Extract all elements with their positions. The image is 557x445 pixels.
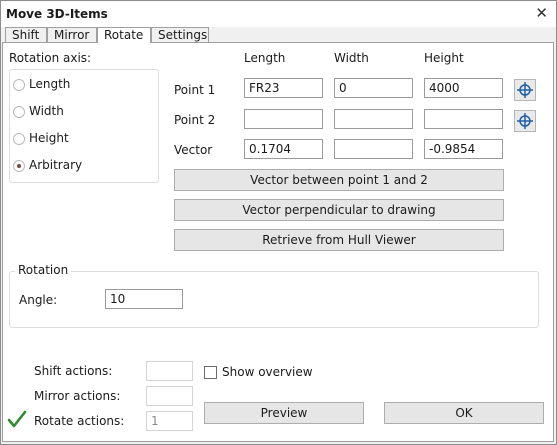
rotation-axis-label: Rotation axis:: [9, 51, 92, 65]
checkmark-icon: [7, 410, 27, 428]
radio-length-label: Length: [29, 77, 71, 91]
row-label-vector: Vector: [174, 143, 213, 157]
dialog-window: Move 3D-Items ✕ Shift Mirror Rotate Sett…: [0, 0, 557, 445]
row-label-point1: Point 1: [174, 83, 216, 97]
vector-width-field[interactable]: [334, 139, 413, 159]
close-icon[interactable]: ✕: [535, 4, 548, 22]
column-header-width: Width: [334, 51, 369, 65]
rotate-actions-label: Rotate actions:: [34, 414, 125, 428]
point2-width-field[interactable]: [334, 109, 413, 129]
radio-length[interactable]: [13, 79, 25, 91]
radio-arbitrary[interactable]: [13, 160, 25, 172]
show-overview-checkbox[interactable]: [204, 366, 217, 379]
radio-height[interactable]: [13, 133, 25, 145]
point2-length-field[interactable]: [244, 109, 323, 129]
point1-height-field[interactable]: 4000: [424, 78, 503, 98]
rotate-actions-count: 1: [146, 411, 193, 431]
mirror-actions-count: [146, 386, 193, 406]
shift-actions-count: [146, 361, 193, 381]
title-bar: Move 3D-Items ✕: [1, 1, 556, 27]
ok-button[interactable]: OK: [384, 402, 544, 424]
window-title: Move 3D-Items: [6, 7, 108, 21]
rotation-group: [9, 271, 539, 328]
column-header-length: Length: [244, 51, 286, 65]
point1-length-field[interactable]: FR23: [244, 78, 323, 98]
radio-width[interactable]: [13, 106, 25, 118]
tab-settings[interactable]: Settings: [151, 27, 209, 42]
tab-rotate[interactable]: Rotate: [97, 27, 151, 43]
vector-perpendicular-button[interactable]: Vector perpendicular to drawing: [174, 199, 504, 221]
retrieve-hull-viewer-button[interactable]: Retrieve from Hull Viewer: [174, 229, 504, 251]
angle-field[interactable]: 10: [105, 289, 183, 309]
rotation-group-label: Rotation: [15, 263, 72, 277]
angle-label: Angle:: [19, 293, 58, 307]
preview-button[interactable]: Preview: [204, 402, 364, 424]
tab-shift[interactable]: Shift: [5, 27, 47, 42]
column-header-height: Height: [424, 51, 464, 65]
point2-height-field[interactable]: [424, 109, 503, 129]
row-label-point2: Point 2: [174, 113, 216, 127]
tab-mirror[interactable]: Mirror: [47, 27, 97, 42]
shift-actions-label: Shift actions:: [34, 364, 113, 378]
mirror-actions-label: Mirror actions:: [34, 389, 121, 403]
crosshair-icon: [517, 82, 533, 98]
point1-pick-button[interactable]: [514, 79, 536, 101]
point2-pick-button[interactable]: [514, 110, 536, 132]
vector-between-points-button[interactable]: Vector between point 1 and 2: [174, 169, 504, 191]
radio-arbitrary-label: Arbitrary: [29, 158, 83, 172]
point1-width-field[interactable]: 0: [334, 78, 413, 98]
show-overview-label: Show overview: [222, 365, 313, 379]
vector-height-field[interactable]: -0.9854: [424, 139, 503, 159]
radio-height-label: Height: [29, 131, 69, 145]
crosshair-icon: [517, 113, 533, 129]
radio-width-label: Width: [29, 104, 64, 118]
vector-length-field[interactable]: 0.1704: [244, 139, 323, 159]
